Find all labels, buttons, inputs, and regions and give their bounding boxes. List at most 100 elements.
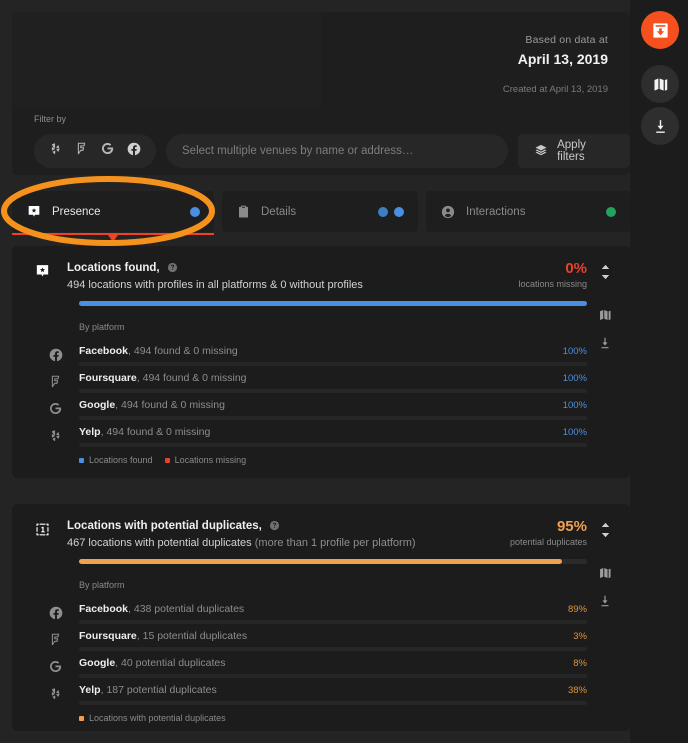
yelp-icon[interactable] — [48, 141, 63, 161]
platform-name: Google, 494 found & 0 missing — [79, 399, 225, 411]
card-tool-sort[interactable] — [594, 264, 616, 280]
tab-presence-dots — [190, 206, 200, 217]
card-percent-label: potential duplicates — [509, 537, 587, 547]
legend-label: Locations missing — [174, 455, 247, 465]
platform-name-text: Yelp — [79, 684, 101, 696]
based-on-data-date: April 13, 2019 — [517, 51, 608, 67]
platform-percent: 3% — [573, 631, 587, 642]
card-tool-map[interactable] — [594, 566, 616, 580]
card-percent-label: locations missing — [518, 279, 587, 289]
status-dot — [378, 206, 388, 217]
platform-percent: 100% — [562, 346, 587, 357]
platform-percent: 100% — [562, 400, 587, 411]
tab-interactions[interactable]: Interactions — [426, 191, 630, 232]
platform-filter-chip — [34, 134, 156, 168]
platform-desc: , 187 potential duplicates — [100, 684, 217, 696]
venue-search-input[interactable] — [166, 134, 509, 168]
platform-name: Yelp, 187 potential duplicates — [79, 684, 217, 696]
facebook-icon — [48, 605, 64, 626]
platform-desc: , 438 potential duplicates — [128, 603, 245, 615]
legend-label: Locations found — [89, 455, 153, 465]
rail-inbox-download-button[interactable] — [641, 11, 679, 49]
card-header: Locations with potential duplicates, 467… — [12, 504, 630, 549]
platform-row-foursquare: Foursquare, 494 found & 0 missing 100% — [48, 372, 587, 398]
card-title-text: Locations with potential duplicates, — [67, 520, 262, 532]
card-subtitle: 467 locations with potential duplicates … — [67, 537, 416, 549]
apply-filters-button[interactable]: Apply filters — [518, 134, 630, 168]
foursquare-icon — [48, 374, 63, 394]
data-date-block: Based on data at April 13, 2019 Created … — [503, 34, 608, 95]
help-icon[interactable] — [167, 262, 178, 276]
created-at-text: Created at April 13, 2019 — [502, 84, 608, 95]
platform-row-google: Google, 494 found & 0 missing 100% — [48, 399, 587, 425]
platform-name-text: Foursquare — [79, 372, 137, 384]
platform-percent: 100% — [562, 427, 587, 438]
card-tool-download[interactable] — [594, 336, 616, 350]
platform-desc: , 494 found & 0 missing — [136, 372, 247, 384]
platform-percent: 100% — [562, 373, 587, 384]
tab-interactions-label: Interactions — [466, 205, 526, 218]
download-icon[interactable] — [594, 336, 616, 350]
tab-presence[interactable]: Presence — [12, 191, 214, 242]
platform-progress-track — [79, 647, 587, 651]
platform-name: Facebook, 438 potential duplicates — [79, 603, 244, 615]
platform-desc: , 15 potential duplicates — [136, 630, 248, 642]
card-locations-found: Locations found, 494 locations with prof… — [12, 246, 630, 478]
card-title-text: Locations found, — [67, 262, 160, 274]
based-on-data-label: Based on data at — [525, 34, 608, 46]
card-subtitle-main: 494 locations with profiles in all platf… — [67, 279, 363, 291]
platform-name: Foursquare, 494 found & 0 missing — [79, 372, 247, 384]
sort-chevrons-icon[interactable] — [594, 264, 616, 280]
clipboard-icon — [236, 204, 251, 219]
platform-row-yelp: Yelp, 187 potential duplicates 38% — [48, 684, 587, 710]
facebook-icon[interactable] — [126, 141, 142, 162]
platform-name-text: Facebook — [79, 345, 129, 357]
by-platform-label: By platform — [79, 580, 125, 590]
tab-details[interactable]: Details — [222, 191, 418, 232]
filter-by-label: Filter by — [34, 114, 67, 124]
help-icon[interactable] — [269, 520, 280, 534]
platform-name-text: Foursquare — [79, 630, 137, 642]
tab-details-dots — [378, 206, 404, 217]
card-tool-sort[interactable] — [594, 522, 616, 538]
user-circle-icon — [440, 204, 456, 220]
legend-swatch — [164, 457, 170, 463]
platform-name: Facebook, 494 found & 0 missing — [79, 345, 238, 357]
status-dot — [190, 206, 200, 217]
rail-download-button[interactable] — [641, 107, 679, 145]
overall-progress-fill — [79, 301, 587, 306]
legend-swatch — [79, 457, 84, 463]
sort-chevrons-icon[interactable] — [594, 522, 616, 538]
platform-row-foursquare: Foursquare, 15 potential duplicates 3% — [48, 630, 587, 656]
download-icon[interactable] — [594, 594, 616, 608]
legend-label: Locations with potential duplicates — [89, 713, 226, 723]
map-icon[interactable] — [594, 308, 616, 322]
card-header: Locations found, 494 locations with prof… — [12, 246, 630, 291]
card-percent: 0% — [565, 260, 587, 277]
map-icon[interactable] — [594, 566, 616, 580]
platform-row-facebook: Facebook, 494 found & 0 missing 100% — [48, 345, 587, 371]
legend-item: Locations found — [79, 455, 153, 465]
platform-progress-track — [79, 362, 587, 366]
card-tool-map[interactable] — [594, 308, 616, 322]
platform-row-facebook: Facebook, 438 potential duplicates 89% — [48, 603, 587, 629]
google-icon[interactable] — [100, 141, 115, 161]
logo-placeholder — [12, 12, 322, 107]
card-title: Locations with potential duplicates, — [67, 520, 280, 534]
platform-name-text: Facebook — [79, 603, 129, 615]
legend-item: Locations with potential duplicates — [79, 713, 226, 723]
platform-desc: , 494 found & 0 missing — [128, 345, 238, 357]
duplicate-icon — [34, 521, 51, 543]
platform-desc: , 494 found & 0 missing — [100, 426, 211, 438]
rail-map-button[interactable] — [641, 65, 679, 103]
platform-name: Google, 40 potential duplicates — [79, 657, 226, 669]
platform-percent: 89% — [567, 604, 587, 615]
platform-name-text: Google — [79, 399, 116, 411]
google-icon — [48, 659, 63, 679]
foursquare-icon[interactable] — [74, 141, 89, 161]
yelp-icon — [48, 428, 63, 448]
overall-progress-track — [79, 559, 587, 564]
card-tool-download[interactable] — [594, 594, 616, 608]
platform-desc: , 40 potential duplicates — [115, 657, 226, 669]
download-icon — [652, 118, 669, 135]
